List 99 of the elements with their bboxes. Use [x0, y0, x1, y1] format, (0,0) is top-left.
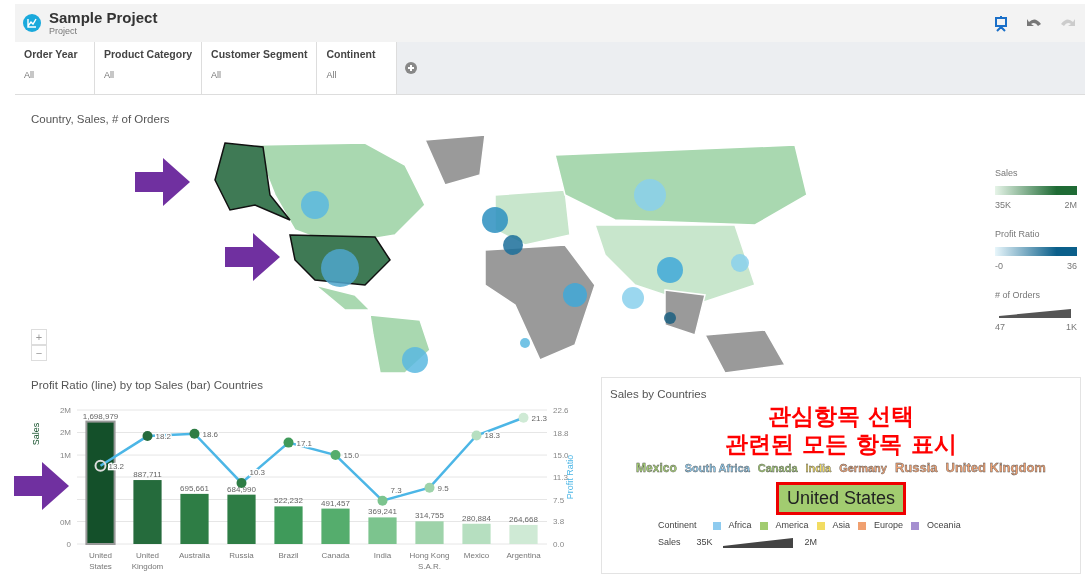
presentation-icon[interactable]	[993, 14, 1009, 32]
filter-control[interactable]: Product Category All	[95, 42, 203, 94]
axis-tick-label: 22.6	[553, 406, 569, 416]
filter-label: Continent	[326, 47, 377, 62]
category-label: United States	[88, 551, 113, 572]
filter-control[interactable]: Customer Segment All	[202, 42, 318, 94]
filter-control[interactable]: Continent All	[317, 42, 398, 94]
filter-label: Product Category	[104, 47, 193, 62]
data-label: 280,884	[462, 514, 491, 523]
line-point[interactable]	[283, 437, 294, 448]
axis-tick-label: 1M	[59, 450, 71, 460]
legend-max: 2M	[1064, 198, 1077, 212]
legend-min: 47	[995, 320, 1005, 334]
category-label: India	[373, 551, 392, 561]
data-label: 21.3	[531, 413, 548, 423]
arrow-icon	[135, 158, 190, 206]
annotation-text: 관련된 모든 항목 표시	[724, 430, 958, 459]
data-label: 491,457	[321, 498, 350, 508]
arrow-icon	[225, 233, 280, 281]
data-label: 264,668	[509, 515, 538, 525]
category-label: United Kingdom	[131, 551, 164, 572]
annotation-text: 관심항목 선택	[767, 403, 915, 431]
data-label: 684,990	[227, 484, 256, 494]
legend-label: Asia	[832, 518, 851, 532]
line-point[interactable]	[94, 460, 107, 472]
bar[interactable]	[274, 506, 303, 545]
axis-tick-label: 0M	[59, 517, 71, 527]
category-label: Mexico	[463, 551, 490, 561]
data-label: 18.6	[202, 429, 219, 439]
filter-value: All	[211, 68, 223, 82]
line-point[interactable]	[142, 431, 153, 442]
project-title: Sample Project	[49, 10, 158, 27]
word-cloud-word[interactable]: United States	[775, 481, 907, 515]
data-label: 1,698,979	[82, 411, 119, 421]
axis-tick-label: 2M	[59, 406, 71, 416]
word-cloud-word[interactable]: India	[805, 460, 832, 477]
legend-label: Europe	[874, 518, 904, 532]
chart-title: Profit Ratio (line) by top Sales (bar) Countries	[31, 378, 264, 393]
legend-title: Sales	[658, 536, 681, 550]
legend-max: 2M	[804, 536, 818, 550]
axis-tick-label: 0	[66, 540, 71, 550]
filter-label: Customer Segment	[211, 47, 308, 62]
category-label: Canada	[321, 551, 350, 561]
zoom-out-button[interactable]: −	[31, 345, 47, 361]
filter-control[interactable]: Order Year All	[15, 42, 95, 94]
legend-max: 1K	[1066, 320, 1077, 334]
legend-title: Sales	[995, 167, 1019, 180]
panel-title: Sales by Countries	[610, 387, 708, 402]
word-cloud-word[interactable]: United Kingdom	[945, 458, 1046, 478]
word-cloud-word[interactable]: Canada	[757, 460, 798, 477]
data-label: 887,711	[133, 470, 162, 480]
line-point[interactable]	[189, 428, 200, 439]
line-point[interactable]	[236, 478, 247, 489]
category-label: Argentina	[506, 551, 541, 561]
zoom-in-button[interactable]: +	[31, 329, 47, 345]
data-label: 7.3	[390, 485, 402, 495]
arrow-icon	[14, 462, 69, 510]
legend-label: Africa	[728, 518, 752, 532]
data-label: 314,755	[415, 511, 444, 521]
axis-title: Sales	[31, 423, 41, 446]
category-label: Russia	[229, 551, 254, 561]
data-label: 9.5	[437, 483, 449, 493]
filter-label: Order Year	[24, 47, 79, 62]
legend-title: Continent	[658, 518, 697, 532]
add-filter-icon[interactable]	[405, 62, 418, 74]
data-label: 17.1	[296, 438, 313, 448]
legend-min: -0	[995, 259, 1003, 273]
axis-tick-label: 7.5	[553, 495, 565, 505]
legend-min: 35K	[995, 198, 1011, 212]
data-label: 369,241	[368, 507, 397, 517]
axis-tick-label: 2M	[59, 428, 71, 438]
data-label: 522,232	[274, 496, 303, 506]
data-label: 18.3	[484, 431, 501, 441]
axis-tick-label: 11.3	[553, 473, 568, 483]
filter-value: All	[104, 68, 115, 82]
word-cloud-word[interactable]: Germany	[839, 460, 887, 477]
data-label: 15.0	[343, 451, 360, 461]
word-cloud-word[interactable]: South Africa	[684, 460, 750, 477]
panel-title: Country, Sales, # of Orders	[31, 112, 171, 127]
legend-title: # of Orders	[995, 289, 1042, 302]
filter-value: All	[326, 68, 338, 82]
legend-title: Profit Ratio	[995, 228, 1041, 241]
legend-label: America	[775, 518, 809, 532]
bar[interactable]	[227, 494, 256, 545]
legend-min: 35K	[696, 536, 713, 550]
category-label: Brazil	[278, 551, 299, 561]
word-cloud-word[interactable]: Mexico	[636, 459, 677, 478]
project-subtitle: Project	[49, 26, 77, 36]
logo-icon	[23, 14, 41, 32]
word-cloud-word[interactable]: Russia	[894, 458, 938, 478]
data-label: 695,661	[180, 484, 209, 494]
category-label: Australia	[178, 551, 211, 561]
legend-max: 36	[1067, 259, 1077, 273]
category-label: Hong Kong S.A.R.	[409, 551, 450, 572]
axis-tick-label: 0.0	[553, 540, 565, 550]
legend-label: Oceania	[927, 518, 961, 532]
axis-tick-label: 3.8	[553, 517, 565, 527]
filter-value: All	[24, 68, 35, 82]
axis-tick-label: 18.8	[553, 428, 569, 438]
